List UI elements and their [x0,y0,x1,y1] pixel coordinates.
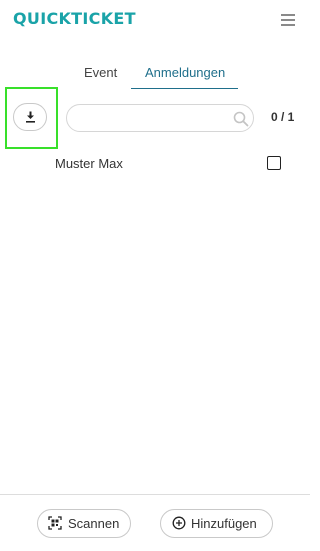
download-button[interactable] [13,103,47,131]
app-screen: QUICKTICKET Event Anmeldungen 0 / 1 Must… [0,0,310,551]
add-button[interactable]: Hinzufügen [160,509,273,538]
attendee-checkbox[interactable] [267,156,281,170]
search-icon[interactable] [233,111,249,127]
scan-button-label: Scannen [68,516,120,531]
qr-code-icon [48,516,62,530]
add-button-label: Hinzufügen [191,516,257,531]
scan-button[interactable]: Scannen [37,509,131,538]
search-box[interactable] [66,104,254,132]
active-tab-indicator [131,88,238,89]
app-logo: QUICKTICKET [13,9,136,28]
tab-event[interactable]: Event [84,65,117,80]
tab-anmeldungen[interactable]: Anmeldungen [145,65,225,80]
footer-divider [0,494,310,495]
hamburger-menu-icon[interactable] [281,14,295,26]
list-item[interactable]: Muster Max [0,150,310,178]
search-input[interactable] [77,109,227,127]
plus-circle-icon [172,516,186,530]
attendee-name: Muster Max [55,156,123,171]
download-icon [26,111,35,123]
checked-in-count: 0 / 1 [271,110,295,124]
